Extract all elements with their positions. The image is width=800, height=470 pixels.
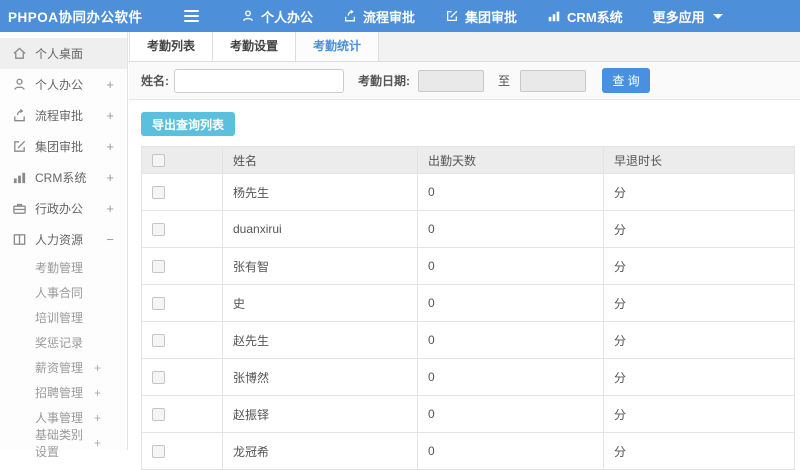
export-button[interactable]: 导出查询列表	[141, 112, 236, 136]
table-row: 史 0 分	[141, 284, 795, 322]
edit-icon	[12, 139, 27, 154]
row-checkbox[interactable]	[152, 408, 165, 422]
sidebar-item-hr[interactable]: 人力资源 −	[0, 224, 127, 255]
app-title: PHPOA协同办公软件	[8, 10, 143, 25]
sidebar-subitem-reward-records[interactable]: 奖惩记录	[0, 330, 127, 355]
sidebar-item-workflow-approval[interactable]: 流程审批 +	[0, 100, 127, 131]
sidebar-item-desktop[interactable]: 个人桌面	[0, 38, 127, 69]
sidebar: 个人桌面 个人办公 + 流程审批 + 集团审批 + CRM系统 + 行政办公 +…	[0, 32, 128, 459]
select-all-checkbox[interactable]	[152, 154, 165, 168]
sidebar-item-crm[interactable]: CRM系统 +	[0, 162, 127, 193]
name-label: 姓名:	[141, 74, 169, 88]
date-from-input[interactable]	[418, 69, 484, 92]
topnav-personal-office[interactable]: 个人办公	[241, 7, 313, 26]
table-row: 赵振铎 0 分	[141, 395, 795, 433]
filter-bar: 姓名: 考勤日期: 至 查 询	[129, 62, 800, 100]
topnav-group-approval[interactable]: 集团审批	[445, 7, 517, 26]
topnav-workflow-approval[interactable]: 流程审批	[343, 7, 415, 26]
row-checkbox[interactable]	[152, 371, 165, 385]
collapse-icon[interactable]: −	[106, 232, 114, 247]
name-input[interactable]	[174, 68, 344, 93]
sidebar-item-group-approval[interactable]: 集团审批 +	[0, 131, 127, 162]
tab-attendance-statistics[interactable]: 考勤统计	[296, 32, 380, 61]
row-checkbox[interactable]	[152, 334, 165, 348]
hr-icon	[12, 232, 27, 247]
expand-icon[interactable]: +	[94, 386, 101, 400]
toolbar: 导出查询列表	[129, 100, 800, 146]
caret-down-icon	[712, 13, 723, 19]
table-row: 赵先生 0 分	[141, 321, 795, 359]
table-row: 张有智 0 分	[141, 247, 795, 285]
sidebar-subitem-training-mgmt[interactable]: 培训管理	[0, 305, 127, 330]
sidebar-subitem-recruit-mgmt[interactable]: 招聘管理 +	[0, 380, 127, 405]
expand-icon[interactable]: +	[94, 436, 101, 450]
main-content: 考勤列表 考勤设置 考勤统计 姓名: 考勤日期: 至 查 询 导出查询列表 姓名…	[129, 32, 800, 470]
briefcase-icon	[12, 201, 27, 216]
top-navbar: PHPOA协同办公软件 个人办公 流程审批 集团审批 CRM系统 更多应用	[0, 0, 800, 32]
edit-icon	[445, 9, 459, 23]
col-header-late: 早退时长	[603, 146, 795, 174]
sidebar-subitem-salary-mgmt[interactable]: 薪资管理 +	[0, 355, 127, 380]
chart-icon	[12, 170, 27, 185]
attendance-table: 姓名 出勤天数 早退时长 杨先生 0 分 duanxirui 0 分 张有智 0	[141, 146, 795, 470]
top-nav: 个人办公 流程审批 集团审批 CRM系统 更多应用	[241, 7, 723, 26]
table-header-row: 姓名 出勤天数 早退时长	[141, 146, 795, 174]
chart-icon	[547, 9, 561, 23]
expand-icon[interactable]: +	[106, 108, 114, 123]
expand-icon[interactable]: +	[106, 170, 114, 185]
tab-attendance-list[interactable]: 考勤列表	[129, 32, 214, 61]
date-label: 考勤日期:	[358, 74, 410, 88]
person-icon	[241, 9, 255, 23]
menu-toggle-icon[interactable]	[184, 10, 199, 22]
home-icon	[12, 46, 27, 61]
expand-icon[interactable]: +	[106, 139, 114, 154]
table-row: 张博然 0 分	[141, 358, 795, 396]
sidebar-item-admin-office[interactable]: 行政办公 +	[0, 193, 127, 224]
row-checkbox[interactable]	[152, 223, 165, 237]
table-row: 龙冠希 0 分	[141, 432, 795, 470]
tab-bar: 考勤列表 考勤设置 考勤统计	[129, 32, 800, 62]
workflow-icon	[12, 108, 27, 123]
tab-attendance-settings[interactable]: 考勤设置	[213, 32, 297, 61]
person-icon	[12, 77, 27, 92]
sidebar-subitem-base-category-settings[interactable]: 基础类别设置 +	[0, 428, 127, 459]
sidebar-item-personal-office[interactable]: 个人办公 +	[0, 69, 127, 100]
table-row: 杨先生 0 分	[141, 173, 795, 211]
search-button[interactable]: 查 询	[602, 68, 651, 93]
col-header-days: 出勤天数	[417, 146, 604, 174]
row-checkbox[interactable]	[152, 297, 165, 311]
expand-icon[interactable]: +	[106, 77, 114, 92]
topnav-crm[interactable]: CRM系统	[547, 7, 623, 26]
topnav-more-apps[interactable]: 更多应用	[653, 7, 723, 26]
expand-icon[interactable]: +	[94, 361, 101, 375]
row-checkbox[interactable]	[152, 445, 165, 459]
sidebar-subitem-hr-contract[interactable]: 人事合同	[0, 280, 127, 305]
expand-icon[interactable]: +	[106, 201, 114, 216]
row-checkbox[interactable]	[152, 260, 165, 274]
expand-icon[interactable]: +	[94, 411, 101, 425]
to-label: 至	[498, 74, 511, 88]
workflow-icon	[343, 9, 357, 23]
col-header-name: 姓名	[222, 146, 418, 174]
sidebar-subitem-attendance-mgmt[interactable]: 考勤管理	[0, 255, 127, 280]
row-checkbox[interactable]	[152, 186, 165, 200]
date-to-input[interactable]	[520, 69, 587, 92]
table-row: duanxirui 0 分	[141, 210, 795, 248]
